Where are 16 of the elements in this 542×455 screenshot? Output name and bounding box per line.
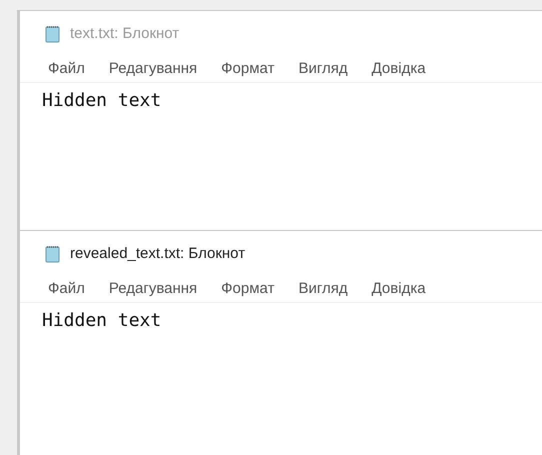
menu-item[interactable]: Редагування	[104, 278, 202, 301]
menu-item[interactable]: Файл	[44, 58, 89, 81]
menu-item[interactable]: Файл	[44, 278, 89, 301]
menu-item[interactable]: Вигляд	[294, 278, 352, 301]
menu-item[interactable]: Формат	[217, 278, 278, 301]
menu-item[interactable]: Довідка	[368, 58, 430, 81]
document-text: Hidden text	[42, 310, 162, 331]
menu-item[interactable]: Формат	[217, 58, 278, 81]
menu-item[interactable]: Вигляд	[294, 58, 352, 81]
menu-item[interactable]: Довідка	[368, 278, 430, 301]
window-title: revealed_text.txt: Блокнот	[70, 244, 246, 264]
document-text: Hidden text	[42, 90, 162, 111]
menu-item[interactable]: Редагування	[104, 58, 202, 81]
notepad-icon	[44, 245, 62, 263]
window-title: text.txt: Блокнот	[70, 24, 180, 44]
notepad-icon	[44, 25, 62, 43]
